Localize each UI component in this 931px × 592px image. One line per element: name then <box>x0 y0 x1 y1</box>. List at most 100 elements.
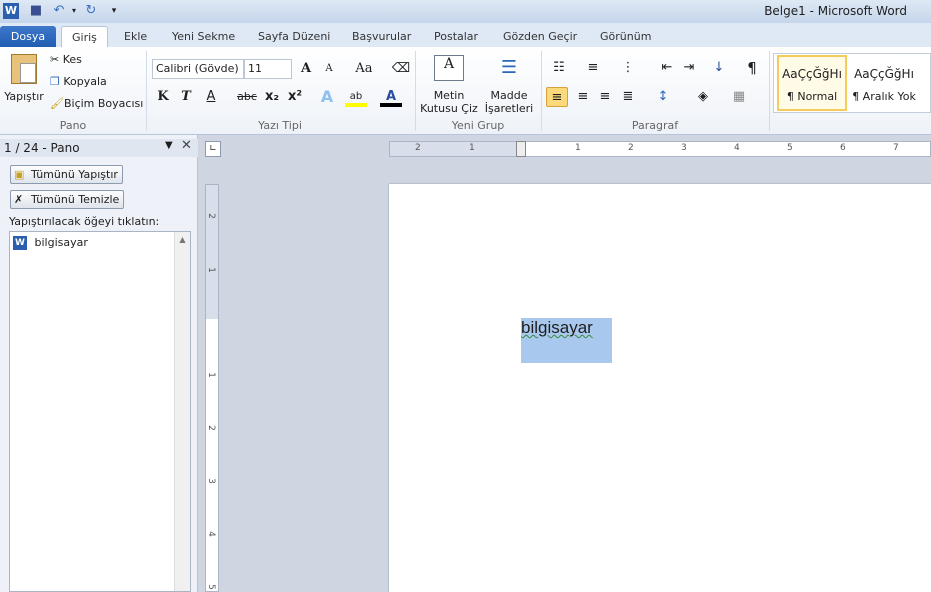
save-icon[interactable]: ■ <box>28 3 44 19</box>
bold-button[interactable]: K <box>152 87 174 107</box>
superscript-button[interactable]: x² <box>284 87 306 107</box>
strikethrough-button[interactable]: abc <box>234 87 260 107</box>
pane-instruction: Yapıştırılacak öğeyi tıklatın: <box>9 215 160 228</box>
customize-icon[interactable]: ▾ <box>106 3 122 19</box>
highlight-icon[interactable]: ab <box>345 87 367 107</box>
style-preview: AaÇçĞğHı <box>782 67 842 81</box>
increase-indent-icon[interactable]: ⇥ <box>678 58 700 78</box>
justify-button[interactable]: ≣ <box>617 87 639 107</box>
brush-icon: 🖌 <box>50 97 64 110</box>
ruler-label: 3 <box>681 143 687 153</box>
ruler-label: 7 <box>893 143 899 153</box>
scrollbar[interactable]: ▲ <box>174 232 190 591</box>
tab-sayfa-duzeni[interactable]: Sayfa Düzeni <box>248 26 340 48</box>
ribbon: Yapıştır ✂ Kes ❐ Kopyala 🖌Biçim Boyacısı… <box>0 47 931 135</box>
sort-icon[interactable]: ↓ <box>708 58 730 78</box>
copy-button[interactable]: ❐ Kopyala <box>50 75 107 88</box>
subscript-button[interactable]: x₂ <box>261 87 283 107</box>
group-label-pano: Pano <box>59 119 87 132</box>
clear-formatting-icon[interactable]: ⌫ <box>390 59 412 79</box>
vertical-ruler[interactable]: 2 1 1 2 3 4 5 <box>205 184 219 592</box>
draw-textbox-button[interactable]: A Metin Kutusu Çiz <box>420 55 478 115</box>
ruler-label: 1 <box>575 143 581 153</box>
multilevel-list-icon[interactable]: ⋮ <box>617 58 639 78</box>
tab-postalar[interactable]: Postalar <box>424 26 488 48</box>
align-center-button[interactable]: ≡ <box>572 87 594 107</box>
clipboard-item-text: bilgisayar <box>34 236 88 249</box>
paste-all-button[interactable]: ▣ Tümünü Yapıştır <box>10 165 123 184</box>
font-color-icon[interactable]: A <box>380 87 402 107</box>
tab-basvurular[interactable]: Başvurular <box>342 26 421 48</box>
text-effects-icon[interactable]: A <box>316 87 338 107</box>
ruler-label: 2 <box>205 425 216 431</box>
bullets-button[interactable]: ☰ Madde İşaretleri <box>480 55 538 115</box>
ruler-label: 5 <box>787 143 793 153</box>
shrink-font-icon[interactable]: A <box>318 59 340 79</box>
style-normal[interactable]: AaÇçĞğHı ¶ Normal <box>777 55 847 111</box>
redo-icon[interactable]: ↻ <box>83 3 99 19</box>
tab-dosya[interactable]: Dosya <box>0 26 56 48</box>
borders-icon[interactable]: ▦ <box>728 87 750 107</box>
clear-all-label: Tümünü Temizle <box>31 193 120 206</box>
group-label-yeni-grup: Yeni Grup <box>451 119 505 132</box>
undo-dropdown-icon[interactable]: ▾ <box>66 3 82 19</box>
indent-marker[interactable] <box>516 141 526 157</box>
copy-label: Kopyala <box>63 75 107 88</box>
bullets-icon[interactable]: ☷ <box>548 58 570 78</box>
format-painter-button[interactable]: 🖌Biçim Boyacısı <box>50 97 143 110</box>
align-right-button[interactable]: ≡ <box>594 87 616 107</box>
ruler-label: 2 <box>205 213 216 219</box>
font-name-combo[interactable]: Calibri (Gövde) <box>152 59 244 79</box>
numbering-icon[interactable]: ≡ <box>582 58 604 78</box>
group-label-paragraf: Paragraf <box>631 119 679 132</box>
decrease-indent-icon[interactable]: ⇤ <box>656 58 678 78</box>
font-size-value: 11 <box>248 62 262 75</box>
italic-button[interactable]: T <box>175 87 197 107</box>
tab-gozden-gecir[interactable]: Gözden Geçir <box>493 26 587 48</box>
underline-button[interactable]: A <box>200 87 222 107</box>
draw-textbox-label: Metin Kutusu Çiz <box>420 89 478 115</box>
horizontal-ruler[interactable]: 2 1 1 2 3 4 5 6 7 <box>389 141 931 157</box>
ruler-label: 4 <box>734 143 740 153</box>
paste-button[interactable]: Yapıştır <box>4 51 44 115</box>
show-marks-button[interactable]: ¶ <box>741 58 763 78</box>
window-title: Belge1 - Microsoft Word <box>764 4 907 18</box>
font-size-combo[interactable]: 11 <box>244 59 292 79</box>
tab-selector-button[interactable]: ∟ <box>205 141 221 157</box>
ruler-label: 6 <box>840 143 846 153</box>
change-case-icon[interactable]: Aa <box>350 59 378 79</box>
word-doc-icon: W <box>13 236 27 250</box>
pane-options-icon[interactable]: ▼ <box>165 140 173 151</box>
style-no-spacing[interactable]: AaÇçĞğHı ¶ Aralık Yok <box>849 55 919 111</box>
divider <box>769 51 770 131</box>
shading-icon[interactable]: ◈ <box>692 87 714 107</box>
paste-label: Yapıştır <box>4 90 44 103</box>
line-spacing-icon[interactable]: ↕ <box>652 87 674 107</box>
document-page[interactable]: bilgisayar <box>389 184 931 592</box>
grow-font-icon[interactable]: A <box>295 59 317 79</box>
clear-all-button[interactable]: ✗ Tümünü Temizle <box>10 190 125 209</box>
group-label-yazi-tipi: Yazı Tipi <box>258 119 302 132</box>
close-icon[interactable]: ✕ <box>181 138 192 153</box>
ruler-label: 1 <box>469 143 475 153</box>
document-text[interactable]: bilgisayar <box>521 318 593 338</box>
style-name: ¶ Normal <box>786 90 838 103</box>
tab-yeni-sekme[interactable]: Yeni Sekme <box>162 26 245 48</box>
align-left-button[interactable]: ≡ <box>546 87 568 107</box>
scroll-up-icon[interactable]: ▲ <box>175 235 190 244</box>
ruler-label: 5 <box>205 584 216 590</box>
ruler-label: 1 <box>205 267 216 273</box>
tab-gorunum[interactable]: Görünüm <box>590 26 661 48</box>
cut-button[interactable]: ✂ Kes <box>50 53 82 66</box>
bullets-label: Madde İşaretleri <box>484 89 534 115</box>
style-preview: AaÇçĞğHı <box>854 67 914 81</box>
clipboard-pane: 1 / 24 - Pano ▼ ✕ ▣ Tümünü Yapıştır ✗ Tümü… <box>0 135 198 592</box>
ruler-label: 1 <box>205 372 216 378</box>
font-name-value: Calibri (Gövde) <box>156 62 239 75</box>
tab-giris[interactable]: Giriş <box>61 26 108 48</box>
undo-icon[interactable]: ↶ <box>51 3 67 19</box>
tab-ekle[interactable]: Ekle <box>114 26 157 48</box>
word-logo-icon[interactable]: W <box>3 3 19 19</box>
clipboard-item[interactable]: W bilgisayar <box>13 235 88 251</box>
ruler-label: 2 <box>415 143 421 153</box>
